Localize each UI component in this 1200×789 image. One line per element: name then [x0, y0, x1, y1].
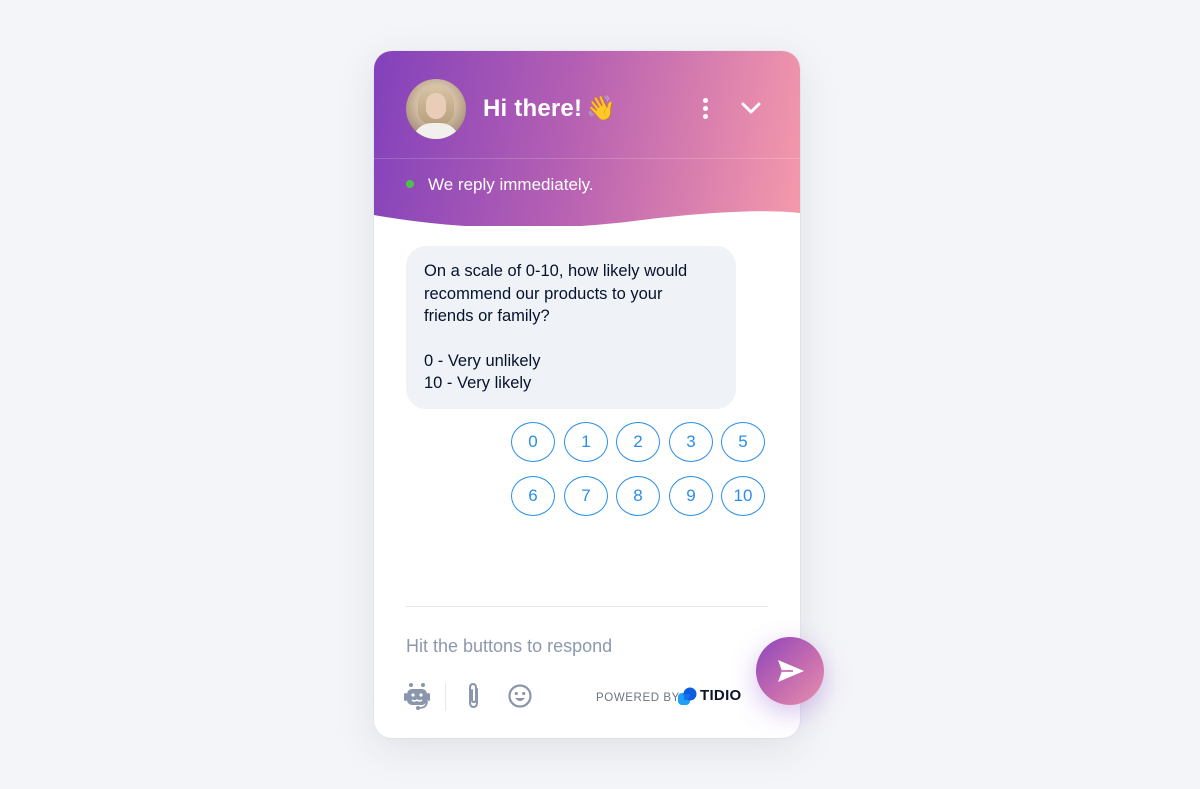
- option-button-7[interactable]: 7: [564, 476, 608, 516]
- toolbar-divider: [445, 683, 446, 711]
- option-button-5[interactable]: 5: [721, 422, 765, 462]
- more-vertical-icon: [703, 98, 708, 103]
- agent-avatar: [406, 79, 466, 139]
- status-text: We reply immediately.: [428, 175, 594, 194]
- emoji-button[interactable]: [506, 681, 534, 716]
- header-title-text: Hi there!: [483, 95, 583, 122]
- emoji-icon: [508, 684, 532, 708]
- scale-legend-high: 10 - Very likely: [424, 374, 532, 392]
- option-button-1[interactable]: 1: [564, 422, 608, 462]
- powered-by-label: POWERED BY: [596, 692, 680, 704]
- chat-widget: Hi there! 👋 We reply immediately. On a sc…: [374, 51, 800, 738]
- status-line: We reply immediately.: [406, 175, 594, 195]
- bot-icon: [404, 683, 430, 710]
- composer-divider: [406, 606, 768, 607]
- header-wave: [374, 211, 800, 231]
- tidio-brand-link[interactable]: TIDIO: [700, 687, 742, 704]
- option-button-0[interactable]: 0: [511, 422, 555, 462]
- option-button-6[interactable]: 6: [511, 476, 555, 516]
- online-status-dot: [406, 179, 414, 188]
- tidio-logo-icon: [678, 687, 698, 712]
- more-vertical-icon-dot: [703, 106, 708, 111]
- attach-file-button[interactable]: [463, 681, 485, 716]
- chevron-down-icon: [741, 102, 761, 114]
- chat-header: Hi there! 👋 We reply immediately.: [374, 51, 800, 226]
- waving-hand-icon: 👋: [586, 94, 617, 122]
- option-button-9[interactable]: 9: [669, 476, 713, 516]
- more-options-button[interactable]: [696, 97, 716, 121]
- message-line: friends or family?: [424, 307, 550, 325]
- minimize-chat-button[interactable]: [738, 97, 764, 119]
- send-icon: [778, 660, 804, 682]
- option-button-2[interactable]: 2: [616, 422, 660, 462]
- bot-message-bubble: On a scale of 0-10, how likely would rec…: [406, 246, 736, 409]
- scale-legend-low: 0 - Very unlikely: [424, 351, 541, 370]
- message-line: recommend our products to your: [424, 284, 663, 303]
- option-button-3[interactable]: 3: [669, 422, 713, 462]
- more-vertical-icon-dot: [703, 114, 708, 119]
- send-button[interactable]: [756, 637, 824, 705]
- header-title: Hi there! 👋: [483, 94, 616, 123]
- message-input[interactable]: [406, 631, 736, 661]
- header-divider: [374, 158, 800, 159]
- paperclip-icon: [469, 682, 478, 709]
- bot-button[interactable]: [402, 681, 432, 716]
- message-line: On a scale of 0-10, how likely would: [424, 262, 688, 280]
- option-button-8[interactable]: 8: [616, 476, 660, 516]
- option-button-10[interactable]: 10: [721, 476, 765, 516]
